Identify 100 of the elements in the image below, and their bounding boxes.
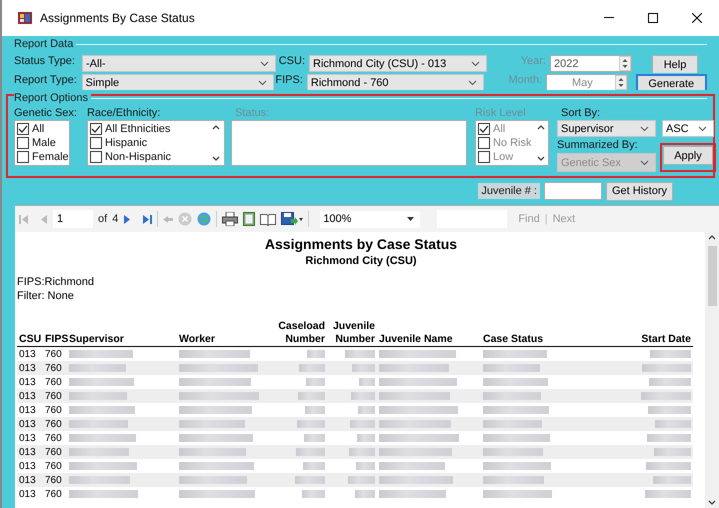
table-cell: 013 [19,390,36,402]
list-item[interactable]: Male [17,136,69,150]
chevron-down-icon [260,60,269,66]
redacted-text [642,364,691,372]
redacted-text [179,448,246,456]
redacted-text [483,406,549,414]
scroll-down-icon[interactable] [708,500,716,505]
action-button[interactable]: Generate [636,74,707,90]
chevron-down-icon [698,126,707,132]
action-button[interactable]: Help [652,55,698,73]
redacted-text [179,420,245,428]
dropdown[interactable]: ASC [662,120,714,137]
table-cell: 013 [19,488,36,500]
spin-field[interactable]: 2022 [550,55,632,72]
redacted-text [69,434,136,442]
zoom-dropdown[interactable]: 100% [320,210,420,228]
redacted-text [641,392,691,400]
redacted-text [352,364,375,372]
scroll-up-icon[interactable] [212,125,220,130]
redacted-text [649,378,691,386]
checkbox[interactable] [90,137,102,149]
redacted-text [359,378,375,386]
redacted-text [298,392,325,400]
group-legend: Report Options [14,92,91,104]
list-label: Status: [234,107,270,119]
column-header: Juvenile [332,320,375,333]
get-history-button[interactable]: Get History [606,182,673,200]
redacted-text [69,420,128,428]
checkbox[interactable] [17,123,29,135]
redacted-text [296,448,325,456]
last-page-icon[interactable] [142,214,152,224]
redacted-text [357,434,375,442]
page-layout-icon[interactable] [243,212,256,226]
close-icon [692,13,702,23]
redacted-text [299,364,325,372]
dropdown[interactable]: Simple [82,74,274,90]
book-icon[interactable] [260,212,276,226]
field-label: Summarized By: [556,139,639,151]
checkbox[interactable] [90,123,102,135]
dropdown[interactable]: Richmond - 760 [306,74,484,90]
dropdown[interactable]: Supervisor [556,120,656,137]
chevron-down-icon [468,80,477,86]
field-label: Status Type: [14,55,76,67]
chevron-down-icon [640,126,649,132]
column-header: Start Date [640,333,691,346]
redacted-text [483,490,552,498]
report-title: Assignments by Case Status [264,236,458,252]
checkbox[interactable] [17,137,29,149]
redacted-text [69,476,130,484]
dropdown[interactable]: -All- [82,55,276,72]
field-label: Report Type: [14,74,78,86]
vertical-scrollbar[interactable] [705,232,719,508]
chevron-down-icon [640,160,649,166]
table-cell: 760 [45,376,62,388]
list-item[interactable]: Female [17,150,69,164]
table-cell: 760 [45,404,62,416]
next-page-icon[interactable] [123,214,132,224]
table-cell: 760 [45,418,62,430]
redacted-text [645,490,691,498]
redacted-text [302,490,325,498]
column-header: Case Status [483,333,544,346]
redacted-text [483,462,551,470]
list-item[interactable]: All [17,122,69,136]
table-cell: 013 [19,460,36,472]
report-filter: Filter: None [17,290,74,302]
redacted-text [345,350,375,358]
apply-button[interactable]: Apply [662,146,713,165]
dropdown[interactable]: Richmond City (CSU) - 013 [309,55,487,72]
list-item[interactable]: Non-Hispanic [90,150,206,164]
page-number-field[interactable]: 1 [53,210,93,228]
column-header: Number [284,333,325,346]
scroll-up-icon[interactable] [708,235,716,240]
checkbox[interactable] [90,151,102,163]
scroll-down-icon[interactable] [212,156,220,161]
redacted-text [69,378,134,386]
redacted-text [305,406,325,414]
print-icon[interactable] [222,212,238,226]
redacted-text [483,476,544,484]
redacted-text [179,350,250,358]
redacted-text [69,350,133,358]
separator-text: | [544,213,548,225]
list-item[interactable]: Hispanic [90,136,206,150]
checkbox-list[interactable]: All Ethnicities Hispanic Non-Hispanic [86,120,225,166]
redacted-text [379,364,449,372]
scrollbar-thumb[interactable] [708,246,716,306]
redacted-text [654,448,691,456]
report-fips: FIPS:Richmond [17,276,94,288]
spin-arrows-icon[interactable] [619,56,631,71]
redacted-text [650,350,691,358]
checkbox-list[interactable]: All Male Female [14,120,70,166]
redacted-text [179,378,251,386]
checkbox[interactable] [17,151,29,163]
redacted-text [304,434,325,442]
redacted-text [69,448,129,456]
redacted-text [69,490,138,498]
list-item[interactable]: All Ethnicities [90,122,206,136]
page-count: 4 [112,213,118,225]
juvenile-number-field[interactable] [544,182,602,200]
redacted-text [655,420,691,428]
save-dropdown-icon[interactable] [281,212,304,226]
